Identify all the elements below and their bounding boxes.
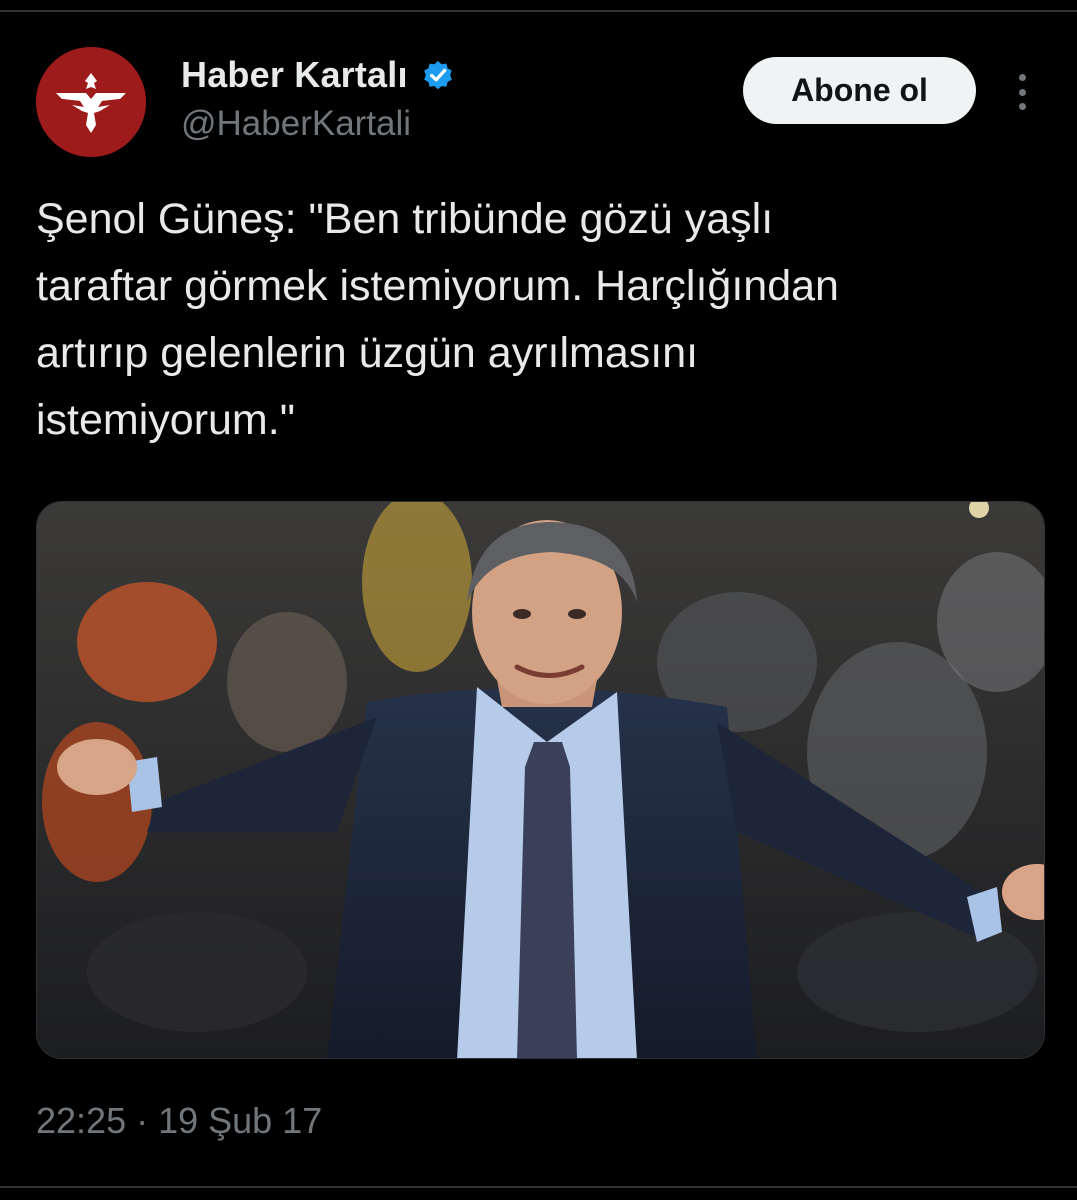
photo-illustration [37, 502, 1044, 1058]
account-handle[interactable]: @HaberKartali [181, 104, 411, 144]
tweet-text: Şenol Güneş: "Ben tribünde gözü yaşlı ta… [36, 195, 839, 444]
more-dot [1018, 103, 1026, 110]
follow-button[interactable]: Abone ol [743, 57, 976, 124]
top-divider [0, 10, 1077, 12]
more-options-icon[interactable] [1005, 70, 1039, 114]
more-dot [1018, 74, 1026, 81]
bottom-divider [0, 1186, 1077, 1188]
more-dot [1018, 88, 1026, 96]
eagle-logo-icon [36, 47, 146, 157]
tweet-timestamp[interactable]: 22:25 · 19 Şub 17 [36, 1100, 322, 1142]
tweet-photo[interactable] [36, 501, 1045, 1059]
avatar[interactable] [36, 47, 146, 157]
verified-badge-icon [420, 57, 456, 93]
name-row: Haber Kartalı [181, 52, 456, 98]
display-name[interactable]: Haber Kartalı [181, 54, 408, 96]
